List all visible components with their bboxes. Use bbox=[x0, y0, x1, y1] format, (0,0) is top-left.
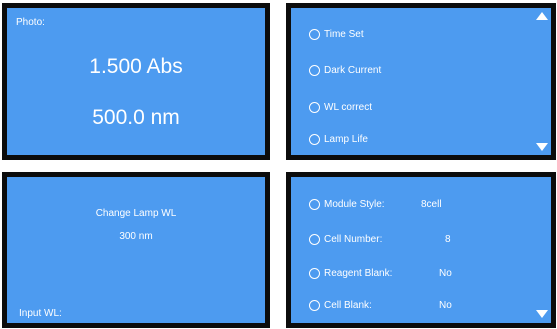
option-value: No bbox=[439, 300, 452, 311]
radio-icon[interactable] bbox=[309, 268, 320, 279]
option-value: 8cell bbox=[421, 199, 442, 210]
photometric-screen: Photo: 1.500 Abs 500.0 nm bbox=[2, 3, 270, 160]
settings-menu-screen: Time Set Dark Current WL correct Lamp Li… bbox=[286, 3, 556, 160]
radio-icon[interactable] bbox=[309, 199, 320, 210]
scroll-down-arrow-icon[interactable] bbox=[536, 310, 548, 318]
option-lamp-life[interactable]: Lamp Life bbox=[309, 134, 368, 145]
option-wl-correct[interactable]: WL correct bbox=[309, 102, 372, 113]
option-label: Time Set bbox=[324, 29, 364, 40]
scroll-down-arrow-icon[interactable] bbox=[536, 143, 548, 151]
radio-icon[interactable] bbox=[309, 29, 320, 40]
wavelength-value: 300 nm bbox=[119, 231, 153, 242]
radio-icon[interactable] bbox=[309, 234, 320, 245]
option-label: Cell Blank: bbox=[324, 300, 372, 311]
option-dark-current[interactable]: Dark Current bbox=[309, 65, 381, 76]
option-time-set[interactable]: Time Set bbox=[309, 29, 364, 40]
option-label: Module Style: bbox=[324, 199, 385, 210]
scroll-up-arrow-icon[interactable] bbox=[536, 12, 548, 20]
option-cell-number[interactable]: Cell Number: 8 bbox=[309, 234, 451, 245]
option-reagent-blank[interactable]: Reagent Blank: No bbox=[309, 268, 452, 279]
option-label: Reagent Blank: bbox=[324, 268, 393, 279]
mode-label: Photo: bbox=[16, 17, 45, 28]
option-value: 8 bbox=[445, 234, 451, 245]
option-cell-blank[interactable]: Cell Blank: No bbox=[309, 300, 452, 311]
module-settings-screen: Module Style: 8cell Cell Number: 8 Reage… bbox=[286, 172, 556, 328]
option-label: Cell Number: bbox=[324, 234, 383, 245]
change-lamp-wl-screen: Change Lamp WL 300 nm Input WL: bbox=[2, 172, 270, 328]
option-label: Dark Current bbox=[324, 65, 382, 76]
radio-icon[interactable] bbox=[309, 134, 320, 145]
option-label: WL correct bbox=[324, 102, 372, 113]
wavelength-readout: 500.0 nm bbox=[92, 106, 180, 129]
option-label: Lamp Life bbox=[324, 134, 368, 145]
input-wl-label[interactable]: Input WL: bbox=[19, 308, 62, 319]
absorbance-readout: 1.500 Abs bbox=[89, 55, 183, 78]
option-module-style[interactable]: Module Style: 8cell bbox=[309, 199, 442, 210]
radio-icon[interactable] bbox=[309, 102, 320, 113]
dialog-title: Change Lamp WL bbox=[95, 208, 177, 219]
radio-icon[interactable] bbox=[309, 65, 320, 76]
option-value: No bbox=[439, 268, 452, 279]
radio-icon[interactable] bbox=[309, 300, 320, 311]
